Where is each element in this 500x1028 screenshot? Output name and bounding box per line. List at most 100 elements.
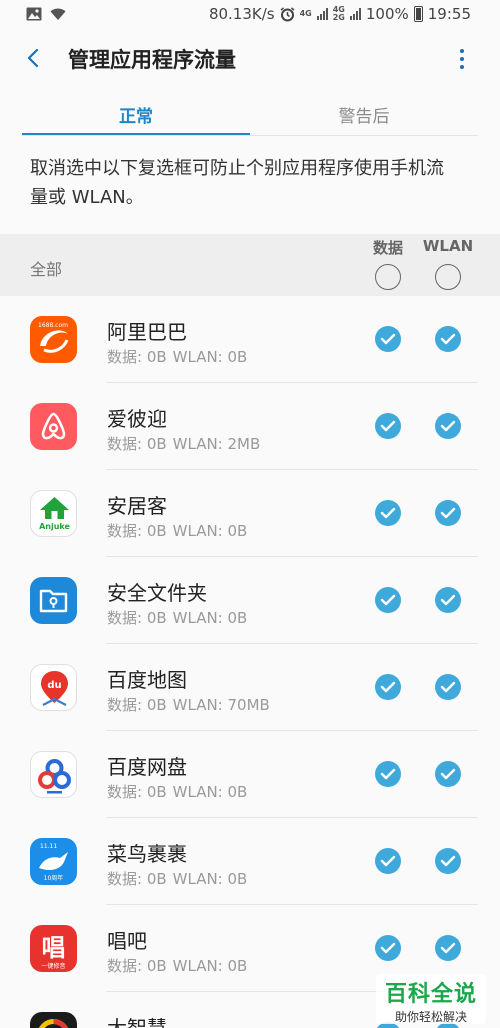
app-list: 1688.com 阿里巴巴 数据: 0B WLAN: 0B 爱彼迎 数据: 0B W… (0, 296, 500, 1028)
select-all-data-checkbox[interactable] (375, 264, 401, 290)
app-name: 大智慧 (107, 1016, 167, 1028)
dazhihui-app-icon (30, 1012, 77, 1028)
app-usage: 数据: 0B WLAN: 0B (107, 348, 248, 366)
wlan-checkbox[interactable] (435, 587, 461, 613)
check-icon (440, 420, 456, 432)
svg-text:10周年: 10周年 (44, 874, 64, 882)
wlan-checkbox[interactable] (435, 674, 461, 700)
check-icon (380, 768, 396, 780)
svg-text:Anjuke: Anjuke (39, 522, 70, 531)
anjuke-app-icon: Anjuke (30, 490, 77, 537)
check-icon (380, 855, 396, 867)
baidu-netdisk-app-icon (30, 751, 77, 798)
app-usage: 数据: 0B WLAN: 2MB (107, 435, 261, 453)
chevron-left-icon (27, 48, 39, 68)
check-icon (440, 681, 456, 693)
check-icon (380, 942, 396, 954)
wifi-icon (50, 8, 66, 20)
check-icon (380, 594, 396, 606)
gallery-icon (26, 7, 42, 21)
app-usage: 数据: 0B WLAN: 0B (107, 522, 248, 540)
wlan-checkbox[interactable] (435, 500, 461, 526)
tab-after-warning[interactable]: 警告后 (250, 88, 478, 135)
check-icon (380, 681, 396, 693)
list-item: 百度网盘 数据: 0B WLAN: 0B (0, 731, 500, 818)
check-icon (380, 507, 396, 519)
app-usage: 数据: 0B WLAN: 0B (107, 870, 248, 888)
app-name: 安全文件夹 (107, 581, 207, 605)
list-item: Anjuke 安居客 数据: 0B WLAN: 0B (0, 470, 500, 557)
check-icon (440, 942, 456, 954)
list-item: 安全文件夹 数据: 0B WLAN: 0B (0, 557, 500, 644)
svg-text:一键修音: 一键修音 (41, 962, 65, 970)
data-checkbox[interactable] (375, 848, 401, 874)
list-item: 11.11 10周年 菜鸟裹裹 数据: 0B WLAN: 0B (0, 818, 500, 905)
svg-text:du: du (47, 680, 61, 691)
signal-bars-icon (316, 8, 328, 20)
app-name: 菜鸟裹裹 (107, 842, 187, 866)
data-checkbox[interactable] (375, 935, 401, 961)
check-icon (440, 507, 456, 519)
app-usage: 数据: 0B WLAN: 0B (107, 957, 248, 975)
svg-text:唱: 唱 (42, 934, 66, 962)
data-checkbox[interactable] (375, 674, 401, 700)
app-usage: 数据: 0B WLAN: 0B (107, 609, 248, 627)
secure-folder-app-icon (30, 577, 77, 624)
changba-app-icon: 唱 一键修音 (30, 925, 77, 972)
airbnb-app-icon (30, 403, 77, 450)
wlan-checkbox[interactable] (435, 761, 461, 787)
app-name: 安居客 (107, 494, 167, 518)
app-name: 爱彼迎 (107, 407, 167, 431)
list-item: du 百度地图 数据: 0B WLAN: 70MB (0, 644, 500, 731)
more-options-button[interactable] (450, 47, 474, 71)
check-icon (380, 333, 396, 345)
svg-text:1688.com: 1688.com (38, 322, 68, 329)
baidu-map-app-icon: du (30, 664, 77, 711)
app-name: 唱吧 (107, 929, 147, 953)
page-title: 管理应用程序流量 (68, 48, 236, 72)
network-type-2: 4G 2G (332, 5, 345, 22)
data-checkbox[interactable] (375, 761, 401, 787)
app-name: 阿里巴巴 (107, 320, 187, 344)
watermark-logo: 百科全说 助你轻松解决 (376, 974, 486, 1024)
list-item: 爱彼迎 数据: 0B WLAN: 2MB (0, 383, 500, 470)
tab-bar: 正常 警告后 (22, 88, 478, 136)
back-button[interactable] (22, 46, 46, 70)
description-text: 取消选中以下复选框可防止个别应用程序使用手机流量或 WLAN。 (30, 158, 444, 208)
network-type-1: 4G (299, 9, 312, 18)
alibaba-app-icon: 1688.com (30, 316, 77, 363)
svg-text:11.11: 11.11 (40, 843, 57, 850)
wlan-checkbox[interactable] (435, 326, 461, 352)
signal-bars-icon (349, 8, 361, 20)
battery-icon (413, 6, 423, 22)
column-wlan-label: WLAN (422, 237, 474, 255)
data-checkbox[interactable] (375, 326, 401, 352)
data-checkbox[interactable] (375, 500, 401, 526)
more-vert-icon (460, 49, 464, 53)
check-icon (440, 333, 456, 345)
check-icon (380, 420, 396, 432)
battery-percent: 100% (365, 5, 409, 23)
network-speed: 80.13K/s (208, 5, 275, 23)
wlan-checkbox[interactable] (435, 848, 461, 874)
status-left-icons (26, 7, 66, 21)
list-header: 全部 数据 WLAN (0, 234, 500, 296)
check-icon (440, 855, 456, 867)
clock: 19:55 (427, 5, 471, 23)
select-all-wlan-checkbox[interactable] (435, 264, 461, 290)
list-item: 1688.com 阿里巴巴 数据: 0B WLAN: 0B (0, 296, 500, 383)
check-icon (440, 594, 456, 606)
wlan-checkbox[interactable] (435, 413, 461, 439)
tab-normal[interactable]: 正常 (22, 88, 250, 135)
column-data-label: 数据 (372, 239, 403, 257)
app-bar: 管理应用程序流量 (0, 32, 500, 88)
app-usage: 数据: 0B WLAN: 0B (107, 783, 248, 801)
check-icon (440, 768, 456, 780)
data-checkbox[interactable] (375, 587, 401, 613)
app-name: 百度地图 (107, 668, 187, 692)
wlan-checkbox[interactable] (435, 935, 461, 961)
data-checkbox[interactable] (375, 413, 401, 439)
cainiao-app-icon: 11.11 10周年 (30, 838, 77, 885)
alarm-icon (280, 6, 295, 21)
status-right-icons: 80.13K/s 4G 4G 2G 100% 19:55 (209, 5, 471, 23)
